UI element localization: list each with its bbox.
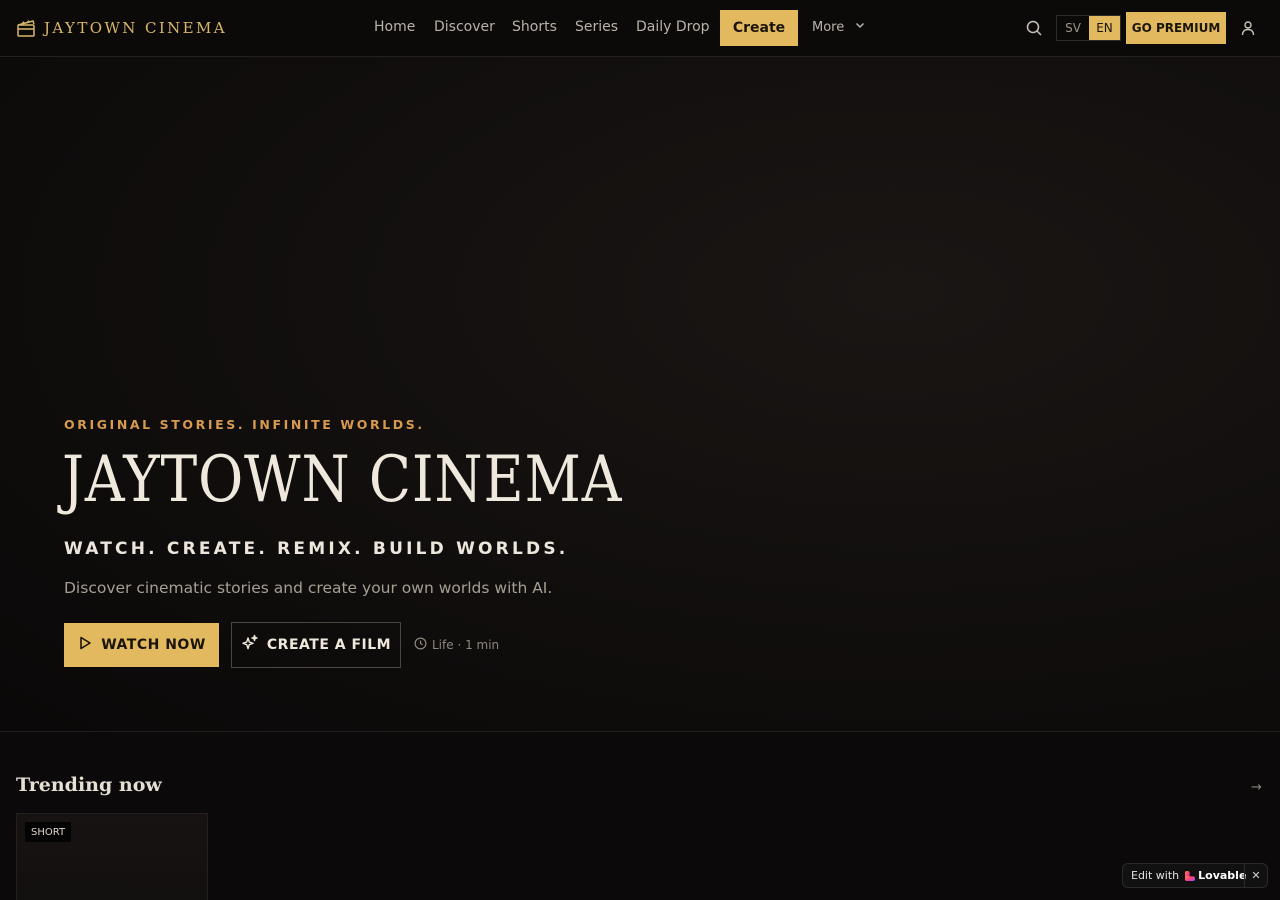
hero-meta-text: Life · 1 min [432, 638, 500, 652]
search-icon[interactable] [1025, 19, 1043, 37]
watch-now-button[interactable]: WATCH NOW [64, 623, 219, 667]
go-premium-button[interactable]: GO PREMIUM [1126, 12, 1226, 44]
trending-card[interactable]: SHORT [16, 813, 208, 900]
lang-option-sv[interactable]: SV [1057, 16, 1089, 40]
create-button[interactable]: Create [720, 10, 798, 46]
create-a-film-label: CREATE A FILM [266, 637, 392, 653]
hero-title: JAYTOWN CINEMA [62, 443, 623, 517]
edit-with-lovable-button[interactable]: Edit with Lovable [1123, 864, 1246, 887]
play-icon [77, 635, 93, 655]
nav-link-shorts[interactable]: Shorts [512, 19, 557, 35]
lovable-heart-icon [1185, 866, 1196, 885]
clock-icon [414, 637, 427, 653]
top-navigation-bar: JAYTOWN CINEMA Home Discover Shorts Seri… [0, 0, 1280, 57]
lovable-brand-name: Lovable [1198, 869, 1247, 882]
chevron-down-icon [854, 19, 866, 35]
card-type-badge: SHORT [25, 822, 72, 842]
watch-now-label: WATCH NOW [101, 637, 206, 653]
edit-with-label: Edit with [1131, 869, 1180, 882]
more-label: More [812, 19, 845, 35]
trending-see-all-arrow[interactable]: → [1251, 780, 1262, 795]
edit-with-lovable-widget: Edit with Lovable ✕ [1122, 863, 1268, 888]
hero-slogan: WATCH. CREATE. REMIX. BUILD WORLDS. [64, 539, 569, 559]
lovable-brand: Lovable [1185, 866, 1246, 885]
user-icon[interactable] [1239, 19, 1257, 37]
nav-link-daily-drop[interactable]: Daily Drop [636, 19, 710, 35]
hero-tagline: ORIGINAL STORIES. INFINITE WORLDS. [64, 417, 425, 432]
nav-link-discover[interactable]: Discover [434, 19, 495, 35]
language-switcher: SV EN [1056, 15, 1121, 41]
nav-link-series[interactable]: Series [575, 19, 618, 35]
hero-meta: Life · 1 min [414, 637, 499, 653]
create-a-film-button[interactable]: CREATE A FILM [231, 622, 401, 668]
more-menu-button[interactable]: More [812, 19, 866, 35]
hero-description: Discover cinematic stories and create yo… [64, 579, 553, 597]
lang-option-en[interactable]: EN [1089, 16, 1120, 40]
trending-section-title: Trending now [16, 774, 162, 796]
sparkles-icon [241, 634, 259, 656]
hero-section: ORIGINAL STORIES. INFINITE WORLDS. JAYTO… [0, 57, 1280, 732]
nav-link-home[interactable]: Home [374, 19, 415, 35]
close-icon[interactable]: ✕ [1244, 864, 1267, 887]
